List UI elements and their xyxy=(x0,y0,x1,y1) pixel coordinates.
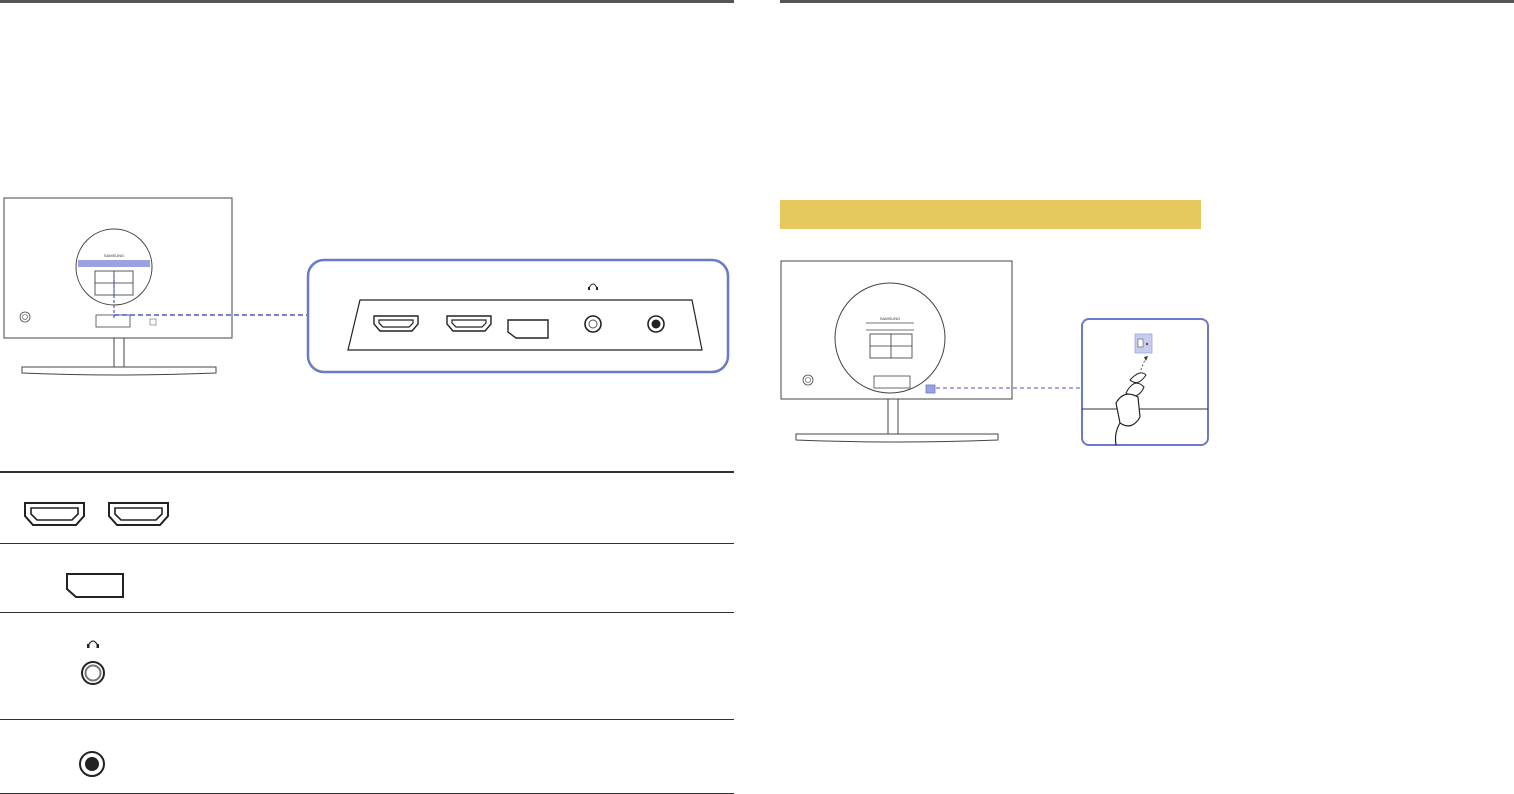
top-rule-right xyxy=(780,0,1514,3)
monitor-back-diagram: SAMSUNG xyxy=(3,197,233,376)
table-row-headphone-icon xyxy=(81,640,105,685)
hdmi-port-icon xyxy=(108,502,169,526)
table-row-divider-3 xyxy=(0,719,734,720)
dc-power-jack-icon xyxy=(647,315,665,333)
displayport-icon xyxy=(507,319,549,339)
table-row-divider-2 xyxy=(0,612,734,613)
section-banner xyxy=(780,200,1201,229)
lock-connector-dashed-line xyxy=(936,387,1082,389)
hdmi-port-icon-2 xyxy=(446,315,492,332)
hdmi-port-icon xyxy=(24,502,85,526)
connector-dashed-line xyxy=(114,314,312,316)
monitor-brand-label: SAMSUNG xyxy=(880,316,900,321)
top-rule-left xyxy=(0,0,734,3)
table-row-dc-jack-icon xyxy=(79,751,105,777)
table-row-displayport-icon xyxy=(66,573,124,598)
table-row-divider-1 xyxy=(0,543,734,544)
table-row-hdmi-icons xyxy=(24,502,169,526)
kensington-lock-zoom xyxy=(1081,318,1209,446)
port-panel-zoom xyxy=(306,258,730,374)
kensington-lock-icon xyxy=(1134,333,1153,354)
hdmi-port-icon-1 xyxy=(373,315,419,332)
monitor-back-diagram-lock: SAMSUNG xyxy=(780,260,1013,443)
monitor-brand-label: SAMSUNG xyxy=(104,253,124,258)
table-top-rule xyxy=(0,471,734,473)
